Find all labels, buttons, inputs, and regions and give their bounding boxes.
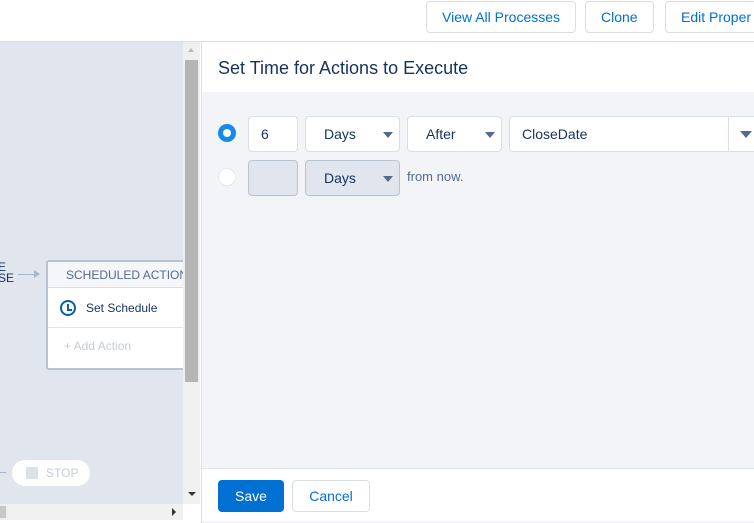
from-now-unit-select[interactable]: Days [305,160,400,196]
radio-from-now[interactable] [218,168,236,186]
criteria-node-label: E SE [0,261,15,285]
from-now-label: from now. [407,169,464,184]
scroll-down-icon[interactable] [188,492,196,496]
stop-node[interactable]: STOP [12,460,90,486]
days-number-input[interactable]: 6 [248,116,298,152]
schedule-panel: Set Time for Actions to Execute 6 Days A… [201,42,754,523]
date-field-select[interactable]: CloseDate [509,116,754,152]
node-label-line-2: SE [0,271,15,285]
set-schedule-label: Set Schedule [86,300,158,315]
relation-value: After [426,126,456,142]
save-button[interactable]: Save [218,480,284,512]
vertical-scrollbar[interactable] [183,42,200,504]
clone-button[interactable]: Clone [585,1,654,33]
view-all-processes-button[interactable]: View All Processes [426,1,577,33]
unit-select[interactable]: Days [305,116,400,152]
relation-select[interactable]: After [407,116,502,152]
process-canvas: E SE SCHEDULED ACTION Set Schedule + Add… [0,42,183,504]
card-title: SCHEDULED ACTION [48,262,183,288]
chevron-down-icon [383,132,393,138]
edit-properties-button[interactable]: Edit Proper [665,1,754,33]
chevron-down-icon [485,132,495,138]
cancel-button[interactable]: Cancel [292,480,370,512]
unit-value: Days [324,126,356,142]
stop-label: STOP [46,466,79,480]
panel-footer: Save Cancel [202,468,754,521]
set-schedule-item[interactable]: Set Schedule [48,288,183,328]
from-now-number-input[interactable] [248,160,298,196]
arrowhead-icon [34,270,40,278]
unit-value: Days [324,170,356,186]
connector-line [0,472,6,473]
chevron-down-icon [740,131,752,138]
divider [728,117,729,151]
scroll-thumb[interactable] [185,60,198,382]
radio-relative-to-field[interactable] [218,124,236,142]
scroll-up-icon[interactable] [188,48,194,52]
horizontal-scrollbar[interactable] [0,504,183,520]
field-value: CloseDate [522,126,588,142]
top-toolbar: View All Processes Clone Edit Proper [0,0,754,42]
scheduled-actions-card: SCHEDULED ACTION Set Schedule + Add Acti… [46,260,183,370]
add-action-button[interactable]: + Add Action [48,328,183,364]
scroll-right-icon[interactable] [172,508,176,516]
chevron-down-icon [383,176,393,182]
clock-icon [60,299,76,316]
stop-icon [26,467,38,479]
panel-title: Set Time for Actions to Execute [202,42,754,92]
hscroll-thumb[interactable] [0,506,6,518]
